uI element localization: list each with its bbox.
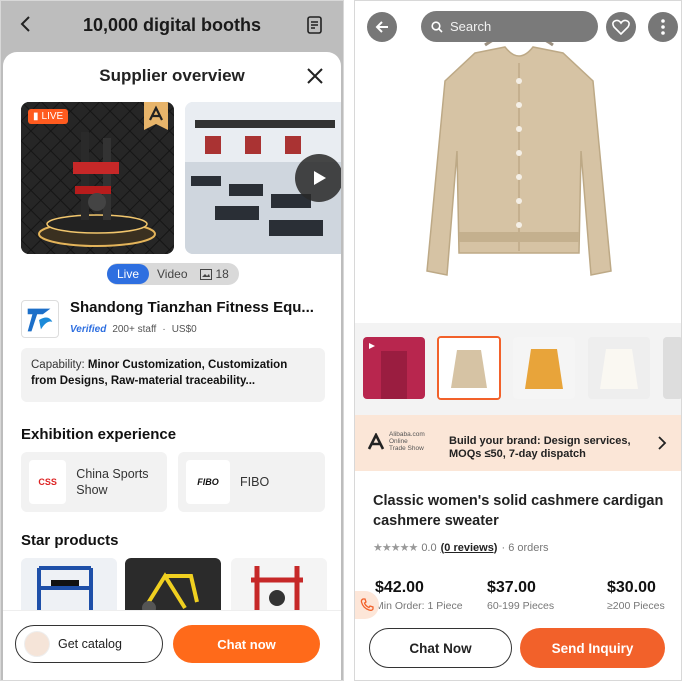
verified-badge: Verified <box>70 324 107 335</box>
china-sports-show-logo: CSS <box>29 460 67 504</box>
product-detail-screen: Search Alibaba.com Online Trade Show Bui… <box>354 0 682 681</box>
supplier-meta: Verified 200+ staff · US$0 <box>70 324 197 335</box>
capability-box: Capability: Minor Customization, Customi… <box>21 348 325 402</box>
image-thumbnail-strip <box>355 323 681 415</box>
price-tier: $30.00 ≥200 Pieces <box>607 579 665 612</box>
banner-text: Build your brand: Design services, MOQs … <box>449 435 631 460</box>
thumbnail-video[interactable] <box>363 337 425 399</box>
phone-icon <box>360 598 374 611</box>
factory-video-thumbnail[interactable] <box>185 102 341 254</box>
supplier-logo <box>21 300 59 338</box>
play-icon <box>314 171 326 185</box>
trade-show-banner[interactable]: Alibaba.com Online Trade Show Build your… <box>355 415 681 471</box>
rating-row: ★★★★★ 0.0 (0 reviews) · 6 orders <box>373 541 549 555</box>
thumbnail-mustard[interactable] <box>513 337 575 399</box>
exhibition-title: Exhibition experience <box>21 426 177 443</box>
exhibition-card[interactable]: CSS China Sports Show <box>21 452 167 512</box>
media-tabs: Live Video 18 <box>107 263 239 285</box>
live-stream-thumbnail[interactable]: ▮ LIVE <box>21 102 174 254</box>
supplier-sheet: Supplier overview ▮ LIVE Live Video 18 S… <box>3 52 341 680</box>
favorite-button[interactable] <box>606 12 636 42</box>
tab-video[interactable]: Video <box>149 264 195 284</box>
staff-count: 200+ staff <box>112 324 157 335</box>
close-icon[interactable] <box>305 66 325 86</box>
signal-icon: ▮ <box>33 111 39 122</box>
bottom-action-bar: Chat Now Send Inquiry <box>355 620 681 680</box>
price-tier: $37.00 60-199 Pieces <box>487 579 555 612</box>
chat-now-button[interactable]: Chat Now <box>369 628 512 668</box>
power-rack-image <box>21 558 117 618</box>
capability-label: Capability: <box>31 359 85 371</box>
tab-photos[interactable]: 18 <box>196 264 239 284</box>
fibo-logo: FIBO <box>186 460 230 504</box>
exhibition-card[interactable]: FIBO FIBO <box>178 452 325 512</box>
cardigan-image[interactable] <box>355 1 682 323</box>
brand-a-icon <box>367 432 385 450</box>
star-product-item[interactable] <box>231 558 327 618</box>
reviews-link[interactable]: (0 reviews) <box>441 542 498 554</box>
alibaba-trade-show-logo: Alibaba.com Online Trade Show <box>367 431 425 452</box>
price-tier: $42.00 Min Order: 1 Piece <box>375 579 463 612</box>
star-rating-icon: ★★★★★ <box>373 542 418 554</box>
chat-now-button[interactable]: Chat now <box>173 625 320 663</box>
avatar <box>24 631 50 657</box>
brand-ribbon-icon <box>144 102 168 130</box>
more-button[interactable] <box>648 12 678 42</box>
bike-image <box>125 558 221 618</box>
photo-icon <box>199 268 212 280</box>
star-product-item[interactable] <box>125 558 221 618</box>
sheet-title: Supplier overview <box>99 66 245 85</box>
exhibition-name: FIBO <box>240 475 270 489</box>
exhibition-name: China Sports Show <box>76 467 149 497</box>
send-inquiry-button[interactable]: Send Inquiry <box>520 628 665 668</box>
thumbnail-white[interactable] <box>588 337 650 399</box>
supplier-overview-screen: 10,000 digital booths Supplier overview … <box>0 0 344 681</box>
page-title: 10,000 digital booths <box>82 14 262 35</box>
meta-separator: · <box>162 324 166 335</box>
tab-live[interactable]: Live <box>107 264 150 284</box>
bottom-action-bar: Get catalog Chat now <box>3 610 341 680</box>
supplier-name[interactable]: Shandong Tianzhan Fitness Equ... <box>70 299 314 316</box>
get-catalog-button[interactable]: Get catalog <box>15 625 163 663</box>
more-vertical-icon <box>661 19 665 35</box>
revenue: US$0 <box>171 324 197 335</box>
back-arrow-icon[interactable] <box>15 13 37 35</box>
product-title: Classic women's solid cashmere cardigan … <box>373 493 664 529</box>
thumbnail-partial[interactable] <box>663 337 681 399</box>
star-products-title: Star products <box>21 532 119 549</box>
notes-icon[interactable] <box>305 15 325 35</box>
press-machine-image <box>231 558 327 618</box>
thumbnail-selected[interactable] <box>437 336 501 400</box>
chevron-right-icon <box>658 436 667 450</box>
search-input[interactable]: Search <box>421 11 598 42</box>
product-hero: Search <box>355 1 682 323</box>
star-product-item[interactable] <box>21 558 117 618</box>
play-button[interactable] <box>295 154 341 202</box>
top-bar: 10,000 digital booths <box>1 1 343 49</box>
call-supplier-button[interactable] <box>355 591 379 619</box>
search-icon <box>431 20 443 33</box>
heart-icon <box>612 19 630 35</box>
live-badge: ▮ LIVE <box>28 109 69 124</box>
back-button[interactable] <box>367 12 397 42</box>
back-arrow-icon <box>375 21 388 33</box>
